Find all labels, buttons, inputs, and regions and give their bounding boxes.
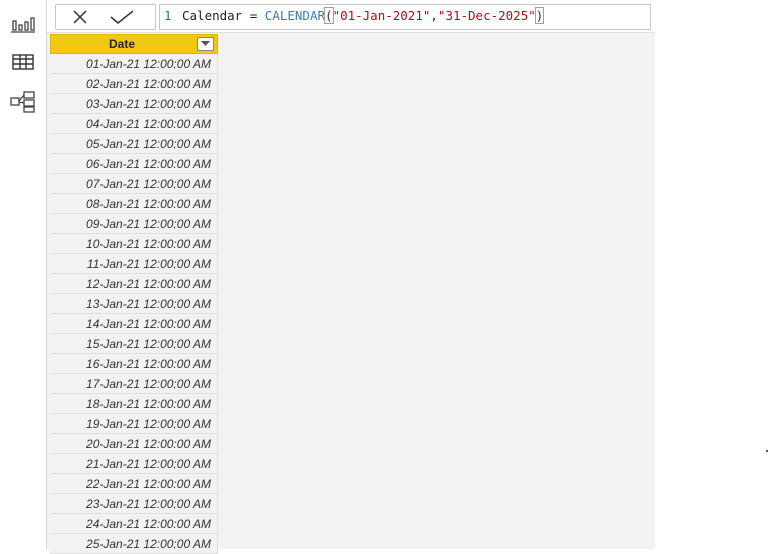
table-row[interactable]: 07-Jan-21 12:00:00 AM bbox=[50, 174, 218, 194]
commit-formula-button[interactable] bbox=[109, 9, 134, 25]
table-row[interactable]: 25-Jan-21 12:00:00 AM bbox=[50, 534, 218, 554]
close-icon bbox=[73, 10, 87, 24]
date-cell[interactable]: 16-Jan-21 12:00:00 AM bbox=[50, 354, 217, 374]
chevron-down-icon bbox=[201, 41, 210, 46]
table-row[interactable]: 19-Jan-21 12:00:00 AM bbox=[50, 414, 218, 434]
date-cell[interactable]: 08-Jan-21 12:00:00 AM bbox=[50, 194, 217, 214]
table-row[interactable]: 23-Jan-21 12:00:00 AM bbox=[50, 494, 218, 514]
date-cell[interactable]: 09-Jan-21 12:00:00 AM bbox=[50, 214, 217, 234]
date-cell[interactable]: 18-Jan-21 12:00:00 AM bbox=[50, 394, 217, 414]
date-cell[interactable]: 20-Jan-21 12:00:00 AM bbox=[50, 434, 217, 454]
table-row[interactable]: 03-Jan-21 12:00:00 AM bbox=[50, 94, 218, 114]
table-row[interactable]: 05-Jan-21 12:00:00 AM bbox=[50, 134, 218, 154]
date-cell[interactable]: 04-Jan-21 12:00:00 AM bbox=[50, 114, 217, 134]
left-nav-rail bbox=[0, 0, 47, 549]
formula-function: CALENDAR bbox=[264, 8, 326, 23]
report-view-icon[interactable] bbox=[10, 12, 36, 34]
table-row[interactable]: 14-Jan-21 12:00:00 AM bbox=[50, 314, 218, 334]
table-row[interactable]: 20-Jan-21 12:00:00 AM bbox=[50, 434, 218, 454]
data-table: Date 01-Jan-21 12:00:00 AM 02-Jan-21 12:0… bbox=[50, 34, 218, 554]
date-cell[interactable]: 17-Jan-21 12:00:00 AM bbox=[50, 374, 217, 394]
table-row[interactable]: 15-Jan-21 12:00:00 AM bbox=[50, 334, 218, 354]
table-row[interactable]: 10-Jan-21 12:00:00 AM bbox=[50, 234, 218, 254]
table-row[interactable]: 11-Jan-21 12:00:00 AM bbox=[50, 254, 218, 274]
table-row[interactable]: 02-Jan-21 12:00:00 AM bbox=[50, 74, 218, 94]
table-row[interactable]: 17-Jan-21 12:00:00 AM bbox=[50, 374, 218, 394]
cancel-formula-button[interactable] bbox=[70, 9, 90, 25]
formula-comma: , bbox=[430, 8, 438, 23]
date-cell[interactable]: 24-Jan-21 12:00:00 AM bbox=[50, 514, 217, 534]
table-row[interactable]: 21-Jan-21 12:00:00 AM bbox=[50, 454, 218, 474]
date-cell[interactable]: 19-Jan-21 12:00:00 AM bbox=[50, 414, 217, 434]
column-filter-button[interactable] bbox=[197, 37, 214, 51]
formula-open-paren: ( bbox=[324, 7, 334, 24]
date-cell[interactable]: 21-Jan-21 12:00:00 AM bbox=[50, 454, 217, 474]
formula-arg-end-date: "31-Dec-2025" bbox=[437, 8, 536, 23]
date-cell[interactable]: 25-Jan-21 12:00:00 AM bbox=[50, 534, 217, 554]
date-cell[interactable]: 06-Jan-21 12:00:00 AM bbox=[50, 154, 217, 174]
table-row[interactable]: 01-Jan-21 12:00:00 AM bbox=[50, 54, 218, 74]
table-row[interactable]: 04-Jan-21 12:00:00 AM bbox=[50, 114, 218, 134]
column-header-label[interactable]: Date bbox=[51, 35, 193, 54]
date-cell[interactable]: 22-Jan-21 12:00:00 AM bbox=[50, 474, 217, 494]
formula-close-paren: ) bbox=[534, 7, 545, 24]
model-view-icon[interactable] bbox=[10, 91, 36, 113]
table-row[interactable]: 24-Jan-21 12:00:00 AM bbox=[50, 514, 218, 534]
date-cell[interactable]: 02-Jan-21 12:00:00 AM bbox=[50, 74, 217, 94]
checkmark-icon bbox=[110, 10, 134, 24]
date-cell[interactable]: 13-Jan-21 12:00:00 AM bbox=[50, 294, 217, 314]
table-row[interactable]: 06-Jan-21 12:00:00 AM bbox=[50, 154, 218, 174]
date-cell[interactable]: 15-Jan-21 12:00:00 AM bbox=[50, 334, 217, 354]
right-blank-area bbox=[655, 0, 770, 549]
formula-bar: 1 Calendar = CALENDAR("01-Jan-2021","31-… bbox=[47, 0, 655, 33]
table-row[interactable]: 13-Jan-21 12:00:00 AM bbox=[50, 294, 218, 314]
data-view-icon[interactable] bbox=[10, 51, 36, 73]
table-row[interactable]: 08-Jan-21 12:00:00 AM bbox=[50, 194, 218, 214]
date-cell[interactable]: 14-Jan-21 12:00:00 AM bbox=[50, 314, 217, 334]
table-row[interactable]: 18-Jan-21 12:00:00 AM bbox=[50, 394, 218, 414]
formula-arg-start-date: "01-Jan-2021" bbox=[332, 8, 431, 23]
date-cell[interactable]: 10-Jan-21 12:00:00 AM bbox=[50, 234, 217, 254]
date-cell[interactable]: 05-Jan-21 12:00:00 AM bbox=[50, 134, 217, 154]
column-header-date[interactable]: Date bbox=[50, 34, 218, 54]
table-row[interactable]: 09-Jan-21 12:00:00 AM bbox=[50, 214, 218, 234]
formula-editor[interactable]: 1 Calendar = CALENDAR("01-Jan-2021","31-… bbox=[159, 4, 651, 30]
table-body: 01-Jan-21 12:00:00 AM 02-Jan-21 12:00:00 … bbox=[50, 54, 218, 554]
table-row[interactable]: 16-Jan-21 12:00:00 AM bbox=[50, 354, 218, 374]
formula-prefix: Calendar = bbox=[182, 8, 265, 23]
stray-mark bbox=[766, 450, 768, 452]
line-number: 1 bbox=[164, 8, 172, 23]
formula-code: Calendar = CALENDAR("01-Jan-2021","31-De… bbox=[182, 5, 545, 27]
date-cell[interactable]: 01-Jan-21 12:00:00 AM bbox=[50, 54, 217, 74]
date-cell[interactable]: 12-Jan-21 12:00:00 AM bbox=[50, 274, 217, 294]
date-cell[interactable]: 07-Jan-21 12:00:00 AM bbox=[50, 174, 217, 194]
table-row[interactable]: 22-Jan-21 12:00:00 AM bbox=[50, 474, 218, 494]
formula-actions bbox=[55, 4, 156, 30]
date-cell[interactable]: 03-Jan-21 12:00:00 AM bbox=[50, 94, 217, 114]
date-cell[interactable]: 11-Jan-21 12:00:00 AM bbox=[50, 254, 217, 274]
date-cell[interactable]: 23-Jan-21 12:00:00 AM bbox=[50, 494, 217, 514]
table-row[interactable]: 12-Jan-21 12:00:00 AM bbox=[50, 274, 218, 294]
